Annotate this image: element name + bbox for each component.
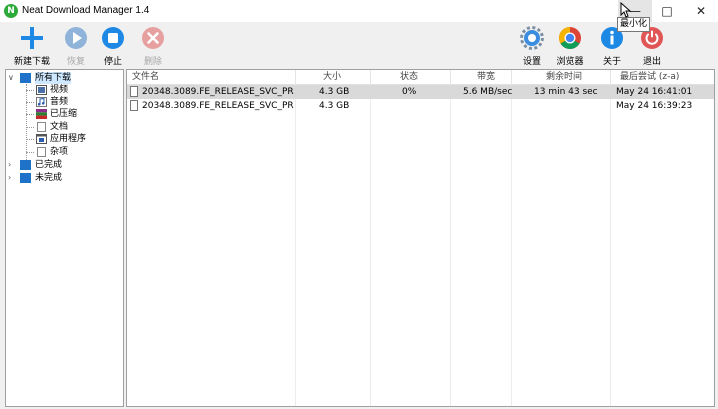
column-divider[interactable]	[610, 70, 611, 84]
download-list: 文件名 大小 状态 带宽 剩余时间 最后尝试 (z-a) 20348.3089.…	[126, 69, 715, 407]
delete-label: 删除	[143, 57, 162, 67]
column-header-speed[interactable]: 带宽	[477, 70, 495, 84]
tree-item-label: 文档	[50, 122, 69, 132]
file-icon	[37, 147, 46, 157]
category-tree: ∨ 所有下载 视频 音频 已压缩 文档 应用程序 杂项 › 已完成 › 未完成	[5, 69, 124, 407]
toolbar: 新建下载 恢复 停止 删除 设置 浏览器 关于 退出	[0, 22, 718, 68]
cell-filename: 20348.3089.FE_RELEASE_SVC_PR...	[142, 87, 294, 97]
stop-label: 停止	[103, 57, 122, 67]
column-header-time-left[interactable]: 剩余时间	[546, 70, 582, 84]
mouse-cursor-icon	[620, 2, 632, 18]
column-gridline	[610, 84, 611, 406]
minimize-tooltip: 最小化	[617, 17, 651, 32]
delete-button[interactable]: 删除	[131, 24, 175, 68]
tree-item-label: 杂项	[50, 147, 69, 157]
window-title: Neat Download Manager 1.4	[22, 5, 150, 16]
table-row[interactable]: 20348.3089.FE_RELEASE_SVC_PR... 4.3 GB M…	[127, 99, 714, 113]
tree-item-label: 所有下载	[35, 72, 72, 84]
column-header-last-try[interactable]: 最后尝试 (z-a)	[620, 70, 679, 84]
close-button[interactable]: ✕	[684, 0, 718, 22]
exit-label: 退出	[642, 57, 661, 67]
delete-icon	[142, 27, 164, 49]
tree-item-label: 视频	[50, 85, 69, 95]
video-file-icon	[36, 85, 47, 95]
document-icon	[37, 122, 46, 132]
cell-size: 4.3 GB	[319, 101, 350, 111]
chevron-right-icon: ›	[8, 173, 12, 182]
cell-time-left: 13 min 43 sec	[534, 87, 598, 97]
new-download-button[interactable]: 新建下载	[10, 24, 54, 68]
archive-icon	[36, 109, 47, 119]
tree-item-label: 已完成	[35, 160, 63, 170]
column-header-status[interactable]: 状态	[400, 70, 418, 84]
browser-button[interactable]: 浏览器	[548, 24, 592, 68]
table-row[interactable]: 20348.3089.FE_RELEASE_SVC_PR... 4.3 GB 0…	[127, 85, 714, 99]
tree-item-label: 音频	[50, 97, 69, 107]
cell-last-try: May 24 16:41:01	[616, 87, 693, 97]
app-logo-icon: N	[4, 4, 18, 18]
cell-size: 4.3 GB	[319, 87, 350, 97]
column-divider[interactable]	[450, 70, 451, 84]
cell-filename: 20348.3089.FE_RELEASE_SVC_PR...	[142, 101, 294, 111]
maximize-icon: □	[661, 4, 673, 18]
column-gridline	[450, 84, 451, 406]
tree-item-applications[interactable]: 应用程序	[6, 133, 121, 145]
play-icon	[65, 27, 87, 49]
close-icon: ✕	[695, 4, 707, 18]
tree-item-compressed[interactable]: 已压缩	[6, 108, 121, 120]
column-header-filename[interactable]: 文件名	[132, 70, 159, 84]
application-icon	[36, 134, 47, 144]
stop-icon	[102, 27, 124, 49]
tree-item-other[interactable]: 杂项	[6, 146, 121, 158]
column-divider[interactable]	[511, 70, 512, 84]
tree-item-incomplete[interactable]: › 未完成	[6, 172, 121, 184]
plus-icon	[21, 27, 43, 49]
column-header-size[interactable]: 大小	[323, 70, 341, 84]
tree-item-label: 未完成	[35, 173, 63, 183]
folder-icon	[20, 73, 31, 83]
tree-item-label: 已压缩	[50, 109, 78, 119]
title-bar: N Neat Download Manager 1.4 — □ ✕	[0, 0, 718, 22]
column-divider[interactable]	[370, 70, 371, 84]
column-divider[interactable]	[295, 70, 296, 84]
tree-item-label: 应用程序	[50, 134, 87, 144]
column-gridline	[511, 84, 512, 406]
cell-status: 0%	[402, 87, 417, 97]
folder-icon	[20, 173, 31, 183]
tree-item-video[interactable]: 视频	[6, 84, 121, 96]
tree-item-all-downloads[interactable]: ∨ 所有下载	[6, 72, 121, 84]
cell-last-try: May 24 16:39:23	[616, 101, 693, 111]
new-download-label: 新建下载	[13, 57, 50, 67]
list-header: 文件名 大小 状态 带宽 剩余时间 最后尝试 (z-a)	[127, 70, 714, 85]
chevron-down-icon: ∨	[8, 73, 14, 82]
file-icon	[130, 100, 138, 111]
chrome-icon	[559, 27, 581, 49]
tree-item-audio[interactable]: 音频	[6, 96, 121, 108]
column-gridline	[295, 84, 296, 406]
music-note-icon	[36, 97, 47, 107]
file-icon	[130, 86, 138, 97]
chevron-right-icon: ›	[8, 160, 12, 169]
browser-label: 浏览器	[556, 57, 584, 67]
maximize-button[interactable]: □	[650, 0, 684, 22]
about-label: 关于	[602, 57, 621, 67]
gear-icon	[520, 26, 544, 50]
tree-item-documents[interactable]: 文档	[6, 121, 121, 133]
cell-speed: 5.6 MB/sec	[463, 87, 513, 97]
tree-item-completed[interactable]: › 已完成	[6, 159, 121, 171]
stop-button[interactable]: 停止	[91, 24, 135, 68]
folder-icon	[20, 160, 31, 170]
column-gridline	[370, 84, 371, 406]
